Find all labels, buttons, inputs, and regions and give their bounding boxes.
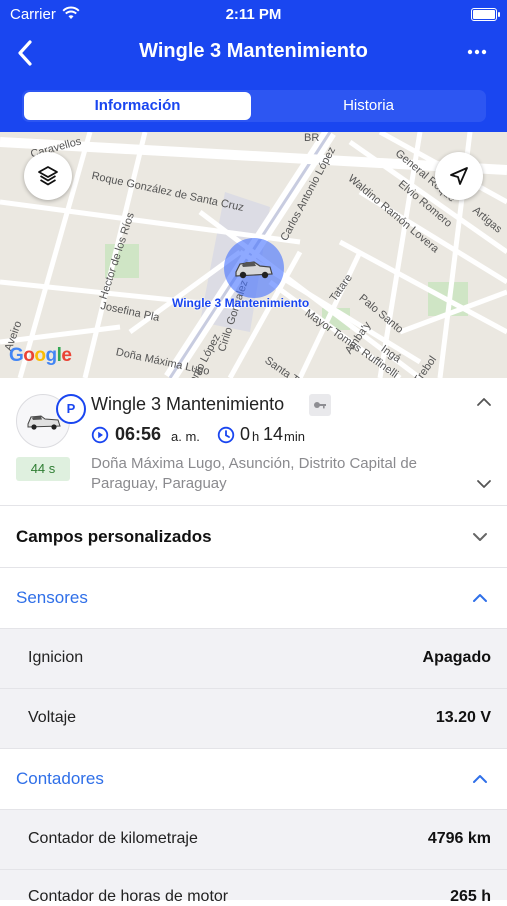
event-time-suffix: a. m. [171, 429, 200, 444]
last-update-badge: 44 s [16, 457, 70, 481]
vehicle-summary-card[interactable]: P 44 s Wingle 3 Mantenimiento 06:56 a. m… [0, 378, 507, 506]
ignition-key-icon [309, 394, 331, 416]
section-title: Sensores [16, 588, 88, 607]
sensor-label: Ignicion [28, 649, 84, 666]
play-circle-icon [91, 426, 109, 444]
vehicle-map-marker[interactable] [224, 238, 284, 298]
navigation-arrow-icon [450, 167, 468, 185]
tab-segment-control: Información Historia [22, 90, 486, 122]
chevron-up-icon [473, 775, 487, 783]
parking-badge: P [56, 394, 86, 424]
page-title: Wingle 3 Mantenimiento [139, 40, 368, 62]
counter-label: Contador de horas de motor [28, 888, 229, 905]
tab-informacion[interactable]: Información [24, 92, 251, 120]
vehicle-address: Doña Máxima Lugo, Asunción, Distrito Cap… [91, 455, 418, 492]
map-locate-button[interactable] [435, 152, 483, 200]
sensor-row: Ignicion Apagado [0, 629, 507, 689]
duration-hours-unit: h [252, 429, 260, 444]
chevron-up-icon [473, 594, 487, 602]
expand-chevron-down-icon[interactable] [476, 478, 492, 490]
sensor-value: 13.20 V [435, 709, 491, 726]
counter-value: 265 h [450, 888, 491, 905]
battery-icon [471, 8, 500, 21]
vehicle-name: Wingle 3 Mantenimiento [91, 394, 285, 414]
counter-row: Contador de horas de motor 265 h [0, 870, 507, 905]
google-logo: Google [9, 345, 72, 366]
layers-icon [38, 166, 58, 186]
section-custom-fields[interactable]: Campos personalizados [0, 507, 507, 568]
section-title: Contadores [16, 769, 104, 788]
street-label: BR [304, 132, 320, 144]
section-title: Campos personalizados [16, 527, 212, 546]
counter-row: Contador de kilometraje 4796 km [0, 810, 507, 870]
sensor-label: Voltaje [28, 709, 77, 726]
map-layers-button[interactable] [24, 152, 72, 200]
clock-icon [217, 426, 235, 444]
app-header: Carrier 2:11 PM Wingle 3 Mantenimiento I… [0, 0, 507, 132]
vehicle-map-label: Wingle 3 Mantenimiento [172, 296, 310, 310]
vehicle-marker-icon [235, 261, 273, 279]
status-bar: Carrier 2:11 PM [0, 0, 507, 28]
chevron-down-icon [473, 533, 487, 541]
tab-historia[interactable]: Historia [255, 92, 482, 120]
more-options-icon[interactable] [465, 40, 489, 64]
section-sensors[interactable]: Sensores [0, 568, 507, 629]
map-view[interactable]: Roque González de Santa Cruz Carlos Anto… [0, 132, 507, 378]
sensor-value: Apagado [422, 649, 491, 666]
counter-label: Contador de kilometraje [28, 830, 198, 847]
counter-value: 4796 km [427, 830, 491, 847]
duration-minutes-unit: min [284, 429, 305, 444]
section-counters[interactable]: Contadores [0, 749, 507, 810]
status-time: 2:11 PM [225, 6, 282, 23]
sensor-row: Voltaje 13.20 V [0, 689, 507, 749]
navigation-bar: Wingle 3 Mantenimiento [0, 30, 507, 76]
event-time: 06:56 [115, 424, 162, 444]
duration-minutes: 14 [263, 424, 284, 444]
duration-hours: 0 [240, 424, 251, 444]
collapse-chevron-up-icon[interactable] [476, 396, 492, 408]
